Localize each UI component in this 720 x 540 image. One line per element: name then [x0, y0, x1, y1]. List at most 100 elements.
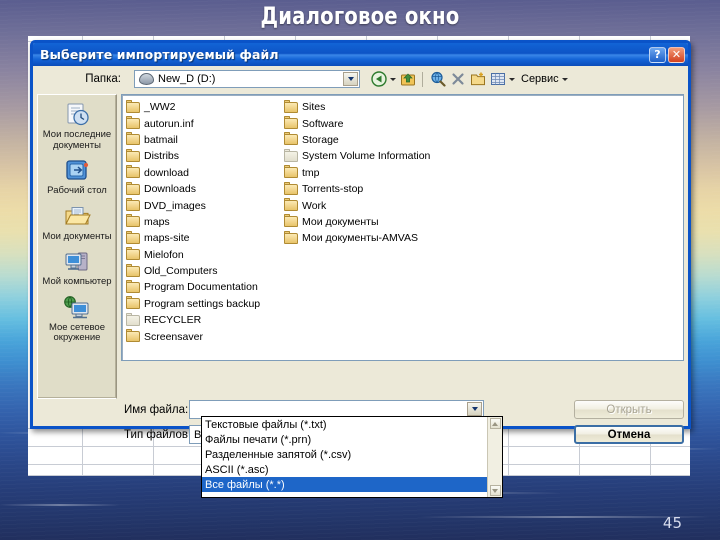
list-item[interactable]: maps-site [126, 230, 284, 246]
look-in-label: Папка: [85, 73, 121, 85]
list-item[interactable]: Program settings backup [126, 296, 284, 312]
folder-icon [126, 263, 140, 277]
folder-icon [284, 181, 298, 195]
separator [422, 71, 423, 87]
scroll-down-icon[interactable] [489, 485, 501, 496]
file-list[interactable]: _WW2 autorun.inf batmail Distribs download Do… [121, 94, 684, 361]
folder-icon [126, 165, 140, 179]
my-computer-icon [62, 248, 92, 276]
list-item[interactable]: System Volume Information [284, 148, 474, 164]
filetype-options: Текстовые файлы (*.txt) Файлы печати (*.p… [202, 417, 502, 492]
list-item[interactable]: Software [284, 115, 474, 131]
sidebar-item-my-network-places[interactable]: Мое сетевое окружение [40, 293, 114, 345]
drive-icon [139, 73, 154, 85]
list-item[interactable]: Мои документы [284, 214, 474, 230]
filetype-option[interactable]: Файлы печати (*.prn) [202, 432, 502, 447]
up-folder-icon[interactable] [399, 71, 416, 88]
folder-icon [126, 148, 140, 162]
list-item[interactable]: Sites [284, 99, 474, 115]
look-in-value: New_D (D:) [135, 73, 215, 85]
list-item[interactable]: Downloads [126, 181, 284, 197]
list-item[interactable]: Mielofon [126, 247, 284, 263]
filetype-option[interactable]: Текстовые файлы (*.txt) [202, 417, 502, 432]
sidebar-item-label: Мои документы [42, 230, 112, 242]
chevron-down-icon[interactable] [467, 402, 482, 416]
back-arrow-icon[interactable] [370, 71, 387, 88]
list-item-label: DVD_images [144, 199, 206, 212]
list-item-label: Downloads [144, 183, 196, 196]
filetype-option[interactable]: Все файлы (*.*) [202, 477, 502, 492]
search-globe-icon[interactable] [429, 71, 446, 88]
list-item-label: maps-site [144, 232, 190, 245]
sidebar-item-my-computer[interactable]: Мой компьютер [40, 247, 114, 289]
file-open-dialog: Выберите импортируемый файл ? ✕ Папка: N… [30, 40, 691, 444]
sidebar-item-label: Мое сетевое окружение [49, 321, 105, 343]
list-item[interactable]: Distribs [126, 148, 284, 164]
sidebar-item-my-recent-documents[interactable]: Мои последние документы [40, 100, 114, 152]
folder-icon [284, 165, 298, 179]
dialog-title: Выберите импортируемый файл [40, 47, 279, 62]
page-number: 45 [662, 514, 682, 532]
list-item[interactable]: tmp [284, 165, 474, 181]
open-button[interactable]: Открыть [574, 400, 684, 419]
filetype-label: Тип файлов: [124, 428, 192, 441]
dialog-titlebar[interactable]: Выберите импортируемый файл ? ✕ [33, 43, 688, 66]
list-item[interactable]: Мои документы-AMVAS [284, 230, 474, 246]
list-item[interactable]: Work [284, 197, 474, 213]
recent-documents-icon [62, 101, 92, 129]
folder-icon [126, 312, 140, 326]
folder-icon [126, 181, 140, 195]
list-item[interactable]: batmail [126, 132, 284, 148]
close-icon[interactable]: ✕ [668, 46, 685, 63]
folder-icon [126, 329, 140, 343]
list-item[interactable]: DVD_images [126, 197, 284, 213]
chevron-down-icon[interactable] [343, 72, 358, 86]
list-item-label: Мои документы [302, 215, 379, 228]
sidebar-item-my-documents[interactable]: Мои документы [40, 202, 114, 244]
folder-icon [126, 99, 140, 113]
list-item[interactable]: Storage [284, 132, 474, 148]
help-button[interactable]: ? [649, 46, 666, 63]
list-item[interactable]: Old_Computers [126, 263, 284, 279]
filetype-option[interactable]: Разделенные запятой (*.csv) [202, 447, 502, 462]
list-item-label: RECYCLER [144, 314, 202, 327]
chevron-down-icon[interactable] [390, 77, 396, 81]
list-item-label: Program settings backup [144, 297, 261, 310]
filetype-option[interactable]: ASCII (*.asc) [202, 462, 502, 477]
filetype-dropdown-list[interactable]: Текстовые файлы (*.txt) Файлы печати (*.p… [201, 416, 503, 498]
list-item-label: maps [144, 215, 170, 228]
scroll-up-icon[interactable] [489, 418, 501, 429]
sidebar-item-label: Рабочий стол [47, 185, 107, 196]
list-item[interactable]: download [126, 165, 284, 181]
list-item-label: Мои документы-AMVAS [302, 232, 418, 245]
list-item[interactable]: Program Documentation [126, 279, 284, 295]
folder-icon [284, 116, 298, 130]
network-places-icon [62, 294, 92, 322]
list-item-label: Torrents-stop [302, 183, 364, 196]
file-list-columns: _WW2 autorun.inf batmail Distribs download Do… [126, 99, 681, 354]
dialog-body: Мои последние документы Рабочий стол Мои… [33, 92, 688, 399]
list-item[interactable]: Screensaver [126, 328, 284, 344]
sidebar-item-desktop[interactable]: Рабочий стол [40, 156, 114, 198]
list-item[interactable]: Torrents-stop [284, 181, 474, 197]
dropdown-scrollbar[interactable] [487, 417, 502, 497]
views-grid-icon[interactable] [489, 71, 506, 88]
chevron-down-icon[interactable] [561, 77, 568, 81]
list-item[interactable]: RECYCLER [126, 312, 284, 328]
folder-icon [126, 279, 140, 293]
sidebar-item-label: Мой компьютер [42, 276, 112, 287]
desktop-icon [62, 157, 92, 185]
new-folder-icon[interactable] [469, 71, 486, 88]
look-in-combobox[interactable]: New_D (D:) [134, 70, 360, 88]
list-item[interactable]: maps [126, 214, 284, 230]
chevron-down-icon[interactable] [509, 77, 515, 81]
sidebar-item-label: Мои последние документы [42, 129, 112, 151]
tools-menu-label[interactable]: Сервис [521, 73, 559, 85]
look-in-value-text: New_D (D:) [158, 73, 216, 85]
delete-x-icon[interactable] [449, 71, 466, 88]
folder-icon [126, 247, 140, 261]
cancel-button[interactable]: Отмена [574, 425, 684, 444]
list-item[interactable]: autorun.inf [126, 115, 284, 131]
list-item-label: Program Documentation [144, 281, 258, 294]
list-item[interactable]: _WW2 [126, 99, 284, 115]
